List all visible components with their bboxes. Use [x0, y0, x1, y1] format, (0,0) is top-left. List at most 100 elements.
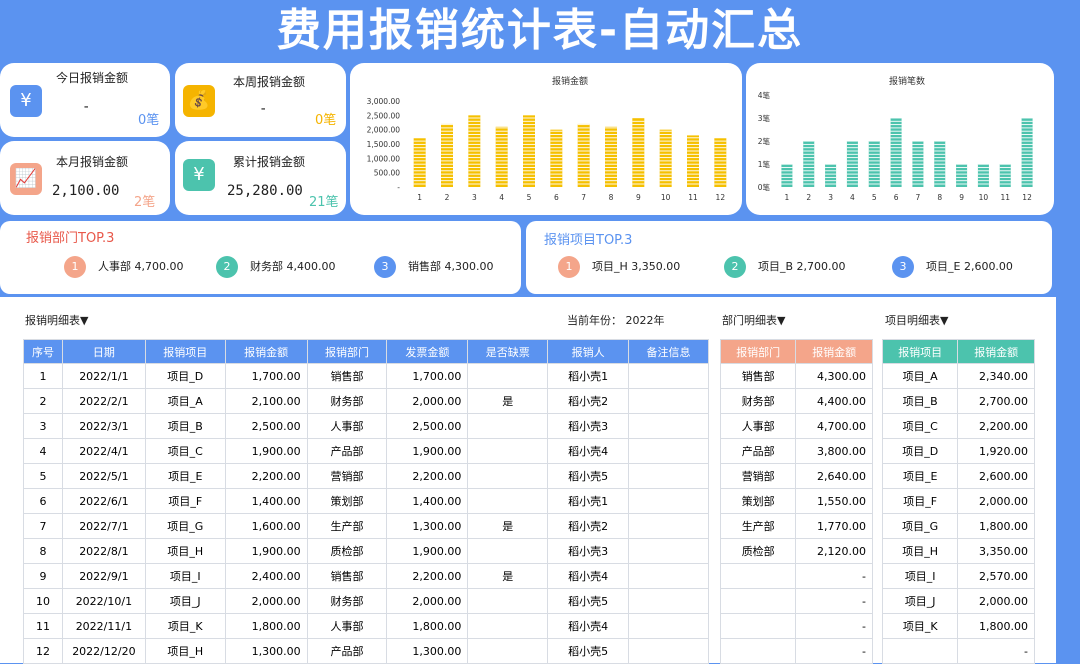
- table-row[interactable]: 销售部 4,300.00: [719, 363, 873, 389]
- table-cell[interactable]: 是: [467, 388, 549, 414]
- table-cell[interactable]: [719, 638, 797, 664]
- table-cell[interactable]: [628, 488, 709, 514]
- table-cell[interactable]: [628, 463, 709, 489]
- table-cell[interactable]: 项目_E: [881, 463, 959, 489]
- table-cell[interactable]: 4,700.00: [795, 413, 873, 439]
- table-cell[interactable]: [467, 638, 549, 664]
- table-cell[interactable]: 2,000.00: [224, 588, 308, 614]
- table-cell[interactable]: 稻小壳2: [547, 388, 630, 414]
- table-row[interactable]: 9 2022/9/1 项目_I 2,400.00 销售部 2,200.00 是稻小壳4: [23, 563, 709, 589]
- table-row[interactable]: 产品部 3,800.00: [719, 438, 873, 464]
- table-cell[interactable]: 产品部: [719, 438, 797, 464]
- table-cell[interactable]: 项目_D: [881, 438, 959, 464]
- table-cell[interactable]: [628, 563, 709, 589]
- table-row[interactable]: 财务部 4,400.00: [719, 388, 873, 414]
- table-cell[interactable]: 1,300.00: [386, 638, 469, 664]
- table-cell[interactable]: 1,900.00: [386, 538, 469, 564]
- table-cell[interactable]: 2022/8/1: [61, 538, 146, 564]
- table-cell[interactable]: 5: [23, 463, 63, 489]
- table-cell[interactable]: 稻小壳3: [547, 538, 630, 564]
- table-cell[interactable]: -: [795, 588, 873, 614]
- table-cell[interactable]: [628, 438, 709, 464]
- table-cell[interactable]: [628, 513, 709, 539]
- table-row[interactable]: 质检部 2,120.00: [719, 538, 873, 564]
- table-cell[interactable]: 7: [23, 513, 63, 539]
- table-cell[interactable]: [467, 538, 549, 564]
- table-cell[interactable]: 稻小壳4: [547, 563, 630, 589]
- table-cell[interactable]: 1,700.00: [224, 363, 308, 389]
- table-cell[interactable]: 1,800.00: [386, 613, 469, 639]
- table-cell[interactable]: 6: [23, 488, 63, 514]
- table-cell[interactable]: 2,640.00: [795, 463, 873, 489]
- table-cell[interactable]: 2,600.00: [957, 463, 1035, 489]
- table-cell[interactable]: 项目_D: [144, 363, 226, 389]
- table-cell[interactable]: 生产部: [306, 513, 388, 539]
- table-cell[interactable]: [628, 638, 709, 664]
- table-cell[interactable]: 1,800.00: [957, 613, 1035, 639]
- table-row[interactable]: -: [719, 588, 873, 614]
- table-cell[interactable]: 4,400.00: [795, 388, 873, 414]
- table-row[interactable]: -: [881, 638, 1035, 664]
- table-cell[interactable]: 1,900.00: [224, 438, 308, 464]
- table-row[interactable]: 4 2022/4/1 项目_C 1,900.00 产品部 1,900.00 稻小壳4: [23, 438, 709, 464]
- table-cell[interactable]: 项目_E: [144, 463, 226, 489]
- table-cell[interactable]: 4,300.00: [795, 363, 873, 389]
- table-row[interactable]: 项目_K 1,800.00: [881, 613, 1035, 639]
- table-cell[interactable]: 项目_F: [881, 488, 959, 514]
- table-cell[interactable]: 11: [23, 613, 63, 639]
- table-cell[interactable]: [628, 413, 709, 439]
- table-row[interactable]: 2 2022/2/1 项目_A 2,100.00 财务部 2,000.00 是稻小壳2: [23, 388, 709, 414]
- table-cell[interactable]: 2022/4/1: [61, 438, 146, 464]
- table-cell[interactable]: [467, 413, 549, 439]
- table-cell[interactable]: [467, 463, 549, 489]
- table-row[interactable]: 7 2022/7/1 项目_G 1,600.00 生产部 1,300.00 是稻小壳2: [23, 513, 709, 539]
- table-cell[interactable]: 销售部: [306, 363, 388, 389]
- table-cell[interactable]: 1,800.00: [224, 613, 308, 639]
- table-cell[interactable]: 1,900.00: [224, 538, 308, 564]
- table-cell[interactable]: 项目_B: [144, 413, 226, 439]
- table-cell[interactable]: [628, 538, 709, 564]
- table-cell[interactable]: 项目_H: [144, 638, 226, 664]
- table-cell[interactable]: [628, 588, 709, 614]
- table-cell[interactable]: 1,400.00: [224, 488, 308, 514]
- table-cell[interactable]: 2,200.00: [224, 463, 308, 489]
- table-row[interactable]: 策划部 1,550.00: [719, 488, 873, 514]
- table-cell[interactable]: 稻小壳4: [547, 438, 630, 464]
- table-row[interactable]: 营销部 2,640.00: [719, 463, 873, 489]
- table-cell[interactable]: 项目_C: [144, 438, 226, 464]
- table-cell[interactable]: 2022/7/1: [61, 513, 146, 539]
- table-cell[interactable]: 策划部: [719, 488, 797, 514]
- table-cell[interactable]: 2,340.00: [957, 363, 1035, 389]
- table-row[interactable]: 项目_E 2,600.00: [881, 463, 1035, 489]
- table-cell[interactable]: 销售部: [719, 363, 797, 389]
- table-cell[interactable]: 2022/2/1: [61, 388, 146, 414]
- table-cell[interactable]: 2022/1/1: [61, 363, 146, 389]
- table-cell[interactable]: 2,000.00: [386, 388, 469, 414]
- table-cell[interactable]: 2022/10/1: [61, 588, 146, 614]
- table-cell[interactable]: 2,400.00: [224, 563, 308, 589]
- table-cell[interactable]: 项目_I: [144, 563, 226, 589]
- table-cell[interactable]: 项目_G: [881, 513, 959, 539]
- table-cell[interactable]: 1,600.00: [224, 513, 308, 539]
- table-cell[interactable]: 项目_F: [144, 488, 226, 514]
- table-cell[interactable]: 人事部: [719, 413, 797, 439]
- table-row[interactable]: 项目_I 2,570.00: [881, 563, 1035, 589]
- dept-table-dropdown[interactable]: 部门明细表▼: [722, 312, 785, 328]
- table-cell[interactable]: 2,200.00: [386, 563, 469, 589]
- table-cell[interactable]: 1,550.00: [795, 488, 873, 514]
- table-row[interactable]: 项目_D 1,920.00: [881, 438, 1035, 464]
- table-row[interactable]: 10 2022/10/1 项目_J 2,000.00 财务部 2,000.00 稻小壳5: [23, 588, 709, 614]
- table-row[interactable]: 12 2022/12/20 项目_H 1,300.00 产品部 1,300.00 稻小壳5: [23, 638, 709, 664]
- table-cell[interactable]: 稻小壳4: [547, 613, 630, 639]
- table-cell[interactable]: 2,500.00: [224, 413, 308, 439]
- table-cell[interactable]: [467, 588, 549, 614]
- table-cell[interactable]: 人事部: [306, 413, 388, 439]
- table-row[interactable]: 项目_A 2,340.00: [881, 363, 1035, 389]
- table-cell[interactable]: 2: [23, 388, 63, 414]
- table-cell[interactable]: 产品部: [306, 638, 388, 664]
- table-cell[interactable]: 生产部: [719, 513, 797, 539]
- table-cell[interactable]: 是: [467, 563, 549, 589]
- table-row[interactable]: 6 2022/6/1 项目_F 1,400.00 策划部 1,400.00 稻小壳1: [23, 488, 709, 514]
- table-cell[interactable]: 质检部: [719, 538, 797, 564]
- table-cell[interactable]: 2,000.00: [957, 488, 1035, 514]
